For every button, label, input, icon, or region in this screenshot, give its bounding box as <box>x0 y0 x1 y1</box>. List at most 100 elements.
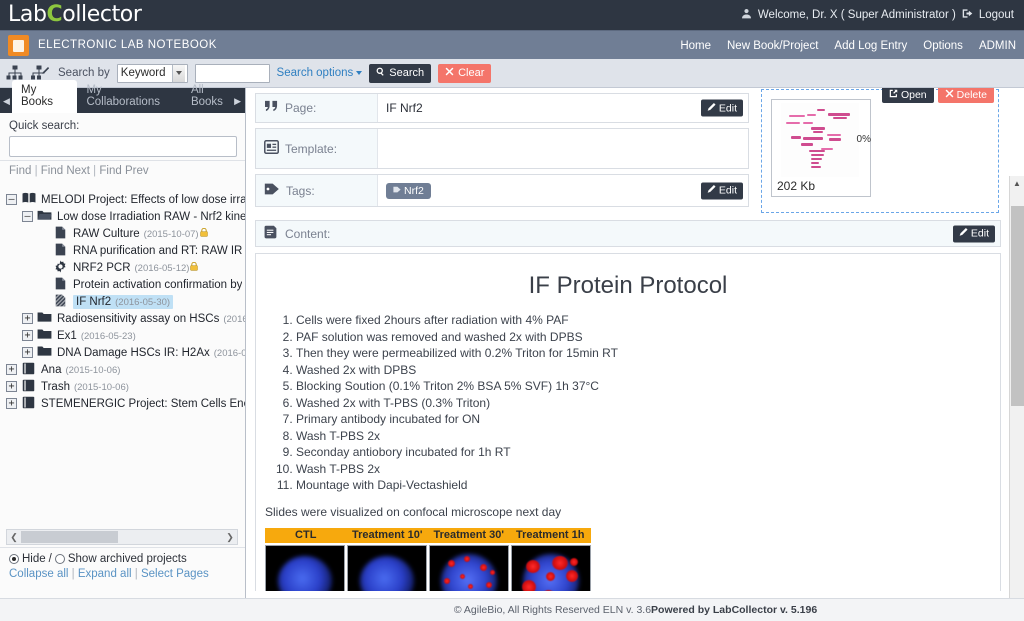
quick-search-input[interactable] <box>9 136 237 157</box>
nav-options[interactable]: Options <box>923 40 963 52</box>
tab-scroll-right-icon[interactable]: ▶ <box>234 96 241 107</box>
expand-all-link[interactable]: Expand all <box>78 568 132 580</box>
sitemap-edit-icon[interactable] <box>31 65 50 81</box>
tree-item[interactable]: – MELODI Project: Effects of low dose irr… <box>0 191 245 208</box>
expand-icon[interactable]: + <box>22 313 33 324</box>
tree-item-label[interactable]: Protein activation confirmation by <box>73 279 242 291</box>
content-edit-button[interactable]: Edit <box>952 225 995 242</box>
expand-icon[interactable]: + <box>6 381 17 392</box>
tree-item[interactable]: Protein activation confirmation by <box>0 276 245 293</box>
sitemap-icon[interactable] <box>6 65 24 81</box>
scroll-left-icon[interactable]: ❮ <box>7 532 21 543</box>
expand-icon[interactable]: + <box>22 347 33 358</box>
search-icon <box>376 67 385 79</box>
clear-button[interactable]: Clear <box>438 63 492 83</box>
app-root: LabCollector Welcome, Dr. X ( Super Admi… <box>0 0 1024 621</box>
nav-new-book-project[interactable]: New Book/Project <box>727 40 818 52</box>
scroll-track[interactable] <box>21 530 223 544</box>
tab-my-collaborations[interactable]: My Collaborations <box>77 80 182 113</box>
scroll-up-icon[interactable]: ▲ <box>1010 176 1024 191</box>
tree-item-label[interactable]: Trash (2015-10-06) <box>41 381 129 393</box>
collapse-icon[interactable]: – <box>6 194 17 205</box>
tree-item-date: (2015-10-06) <box>73 381 129 393</box>
radio-hide-archived[interactable] <box>9 554 19 564</box>
brand-bar: LabCollector Welcome, Dr. X ( Super Admi… <box>0 0 1024 30</box>
logout-link[interactable]: Logout <box>979 9 1014 21</box>
collapse-icon[interactable]: – <box>22 211 33 222</box>
scroll-thumb[interactable] <box>1011 206 1024 406</box>
nav-home[interactable]: Home <box>680 40 711 52</box>
scroll-thumb[interactable] <box>21 531 118 543</box>
tree-item-label[interactable]: RAW Culture (2015-10-07) <box>73 228 199 240</box>
content-edit-label: Edit <box>970 227 989 240</box>
image-table-header-cell: CTL <box>295 529 317 541</box>
tree-item[interactable]: IF Nrf2 (2016-05-30) <box>0 293 245 310</box>
tree-item-label[interactable]: RNA purification and RT: RAW IR <box>73 245 242 257</box>
tree-action-links: Collapse all | Expand all | Select Pages <box>9 568 209 580</box>
tree-item[interactable]: NRF2 PCR (2016-05-12) <box>0 259 245 276</box>
tags-edit-button[interactable]: Edit <box>700 182 743 199</box>
page-edit-button[interactable]: Edit <box>700 99 743 117</box>
tree-item[interactable]: + STEMENERGIC Project: Stem Cells Energ <box>0 395 245 412</box>
tree-item-label[interactable]: DNA Damage HSCs IR: H2Ax(2016-05- <box>57 347 245 359</box>
search-button-label: Search <box>389 67 425 79</box>
delete-button-label: Delete <box>956 88 987 101</box>
tree-item-label[interactable]: Radiosensitivity assay on HSCs(2016-0 <box>57 313 245 325</box>
main-vertical-scrollbar[interactable]: ▲ ▼ <box>1009 176 1024 621</box>
footer-powered-by: Powered by LabCollector v. 5.196 <box>651 604 818 616</box>
tree-item[interactable]: RAW Culture (2015-10-07) <box>0 225 245 242</box>
tree-item-label[interactable]: STEMENERGIC Project: Stem Cells Energ <box>41 398 245 410</box>
tree-item-date: (2016-0 <box>223 313 245 325</box>
tree-item[interactable]: + Radiosensitivity assay on HSCs(2016-0 <box>0 310 245 327</box>
protocol-step-list: Cells were fixed 2hours after radiation … <box>274 314 1000 492</box>
tree-item[interactable]: RNA purification and RT: RAW IR <box>0 242 245 259</box>
template-icon <box>264 140 279 157</box>
sidebar-horizontal-scrollbar[interactable]: ❮ ❯ <box>6 529 238 545</box>
tab-scroll-left-icon[interactable]: ◀ <box>3 96 10 107</box>
open-button[interactable]: Open <box>881 88 934 103</box>
select-pages-link[interactable]: Select Pages <box>141 568 209 580</box>
module-nav: Home New Book/Project Add Log Entry Opti… <box>680 31 1016 60</box>
find-next-link[interactable]: Find Next <box>41 165 90 177</box>
book-open-icon <box>21 192 36 207</box>
nav-add-log-entry[interactable]: Add Log Entry <box>834 40 907 52</box>
expand-icon[interactable]: + <box>6 398 17 409</box>
tree-item[interactable]: – Low dose Irradiation RAW - Nrf2 kine <box>0 208 245 225</box>
pencil-icon <box>959 227 968 240</box>
tree-item[interactable]: + Ana (2015-10-06) <box>0 361 245 378</box>
book-icon <box>21 362 36 378</box>
radio-show-archived[interactable] <box>54 554 65 564</box>
tree-item-label[interactable]: NRF2 PCR (2016-05-12) <box>73 262 189 274</box>
tree-item-label[interactable]: Low dose Irradiation RAW - Nrf2 kine <box>57 211 245 223</box>
page-icon <box>53 243 68 259</box>
page-icon <box>53 277 68 293</box>
cell-image-treatment-10 <box>347 545 427 591</box>
search-button[interactable]: Search <box>369 63 432 83</box>
delete-button[interactable]: Delete <box>937 88 994 103</box>
tree-item[interactable]: + DNA Damage HSCs IR: H2Ax(2016-05- <box>0 344 245 361</box>
logout-icon[interactable] <box>962 8 973 22</box>
tree-item[interactable]: + Ex1 (2016-05-23) <box>0 327 245 344</box>
nav-admin[interactable]: ADMIN <box>979 40 1016 52</box>
expand-icon[interactable]: + <box>6 364 17 375</box>
book-icon <box>21 396 36 412</box>
tab-my-books[interactable]: My Books <box>12 80 78 113</box>
tree-item-label[interactable]: Ex1 (2016-05-23) <box>57 330 136 342</box>
find-prev-link[interactable]: Find Prev <box>99 165 148 177</box>
tree-item-label[interactable]: IF Nrf2 (2016-05-30) <box>73 294 174 309</box>
protocol-step: Then they were permeabilized with 0.2% T… <box>296 347 1000 360</box>
tags-field-row: Tags: Nrf2 Edit <box>255 174 749 207</box>
tree-item[interactable]: + Trash (2015-10-06) <box>0 378 245 395</box>
quote-icon <box>264 100 279 116</box>
collapse-all-link[interactable]: Collapse all <box>9 568 68 580</box>
expand-icon[interactable]: + <box>22 330 33 341</box>
search-options-link[interactable]: Search options <box>277 67 363 79</box>
find-link[interactable]: Find <box>9 165 31 177</box>
tree-item-label[interactable]: Ana (2015-10-06) <box>41 364 120 376</box>
tree-item-label[interactable]: MELODI Project: Effects of low dose irra… <box>41 194 245 206</box>
tag-chip[interactable]: Nrf2 <box>386 182 431 199</box>
slides-note: Slides were visualized on confocal micro… <box>265 505 562 519</box>
attachment-thumbnail[interactable]: 0% 202 Kb <box>771 99 871 197</box>
scroll-right-icon[interactable]: ❯ <box>223 532 237 543</box>
